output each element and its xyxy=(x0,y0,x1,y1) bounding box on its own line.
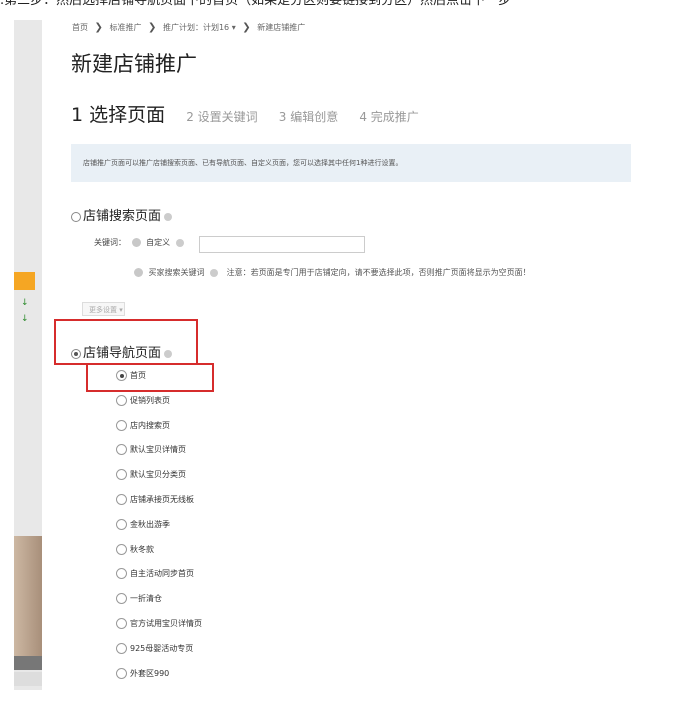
nav-item-label: 首页 xyxy=(130,371,146,380)
step-complete: 4 完成推广 xyxy=(359,110,419,124)
nav-item-clearance[interactable]: 一折清仓 xyxy=(116,592,202,617)
nav-item-default-category[interactable]: 默认宝贝分类页 xyxy=(116,468,202,493)
product-thumbnail-image xyxy=(14,536,42,656)
tutorial-caption: .第三步：然后选择店铺导航页面下的首页（如果是分区则要链接到分区）然后点击下一步 xyxy=(0,0,512,8)
help-icon[interactable] xyxy=(210,268,219,277)
store-search-page-option[interactable]: 店铺搜索页面 xyxy=(71,205,173,224)
nav-item-label: 自主活动同步首页 xyxy=(130,569,194,579)
nav-radio[interactable] xyxy=(116,568,127,580)
nav-radio[interactable] xyxy=(116,419,127,431)
left-orange-tab[interactable] xyxy=(14,272,35,290)
nav-radio[interactable] xyxy=(116,518,127,530)
nav-item-store-search[interactable]: 店内搜索页 xyxy=(116,419,202,444)
nav-item-label: 店铺承接页无线板 xyxy=(130,494,194,504)
nav-radio[interactable] xyxy=(116,444,127,456)
nav-item-homepage[interactable]: 首页 xyxy=(116,369,202,394)
step-set-keywords: 2 设置关键词 xyxy=(186,110,258,124)
nav-item-activity-sync[interactable]: 自主活动同步首页 xyxy=(116,567,202,592)
down-arrow-icon: ↓ xyxy=(21,298,29,308)
nav-item-default-detail[interactable]: 默认宝贝详情页 xyxy=(116,443,202,468)
help-icon[interactable] xyxy=(164,212,173,221)
nav-radio[interactable] xyxy=(116,543,127,555)
buyer-keyword-note: 注意：若页面是专门用于店铺定向，请不要选择此项，否则推广页面将显示为空页面！ xyxy=(226,268,531,277)
more-settings-button[interactable]: 更多设置 ▾ xyxy=(82,302,125,316)
info-notice: 店铺推广页面可以推广店铺搜索页面、已有导航页面、自定义页面，您可以选择其中任何1… xyxy=(71,144,631,182)
nav-item-maternal-event[interactable]: 925母婴活动专页 xyxy=(116,642,202,667)
nav-radio[interactable] xyxy=(116,493,127,505)
breadcrumb-home[interactable]: 首页 xyxy=(72,23,88,32)
breadcrumb-current: 新建店铺推广 xyxy=(257,23,306,32)
nav-item-label: 促销列表页 xyxy=(130,395,170,405)
store-nav-radio[interactable] xyxy=(71,348,81,359)
store-nav-page-option[interactable]: 店铺导航页面 xyxy=(71,342,173,361)
nav-item-autumn-winter[interactable]: 秋冬款 xyxy=(116,543,202,568)
store-nav-label: 店铺导航页面 xyxy=(83,346,162,361)
nav-item-mobile-landing[interactable]: 店铺承接页无线板 xyxy=(116,493,202,518)
breadcrumb-separator-icon: ❯ xyxy=(148,22,157,33)
nav-item-label: 外套区990 xyxy=(130,668,170,678)
main-panel: 首页 ❯ 标准推广 ❯ 推广计划：计划16 ▾ ❯ 新建店铺推广 新建店铺推广 … xyxy=(42,20,631,692)
step-indicator: 1 选择页面 2 设置关键词 3 编辑创意 4 完成推广 xyxy=(71,100,435,127)
buyer-keyword-label: 买家搜索关键词 xyxy=(148,268,205,277)
nav-item-autumn-travel[interactable]: 金秋出游季 xyxy=(116,518,202,543)
step-select-page: 1 选择页面 xyxy=(71,104,166,126)
nav-radio[interactable] xyxy=(116,593,127,605)
nav-item-label: 925母婴活动专页 xyxy=(130,643,194,653)
nav-item-label: 官方试用宝贝详情页 xyxy=(130,618,202,628)
nav-item-label: 秋冬款 xyxy=(130,544,154,554)
keyword-row: 关键词： 自定义 xyxy=(94,237,184,248)
store-search-radio[interactable] xyxy=(71,211,81,222)
thumbnail-footer xyxy=(14,672,42,686)
nav-radio[interactable] xyxy=(116,642,127,654)
thumbnail-caption-bar xyxy=(14,656,42,670)
down-arrow-icon: ↓ xyxy=(21,314,29,324)
buyer-keyword-radio[interactable] xyxy=(134,268,143,277)
breadcrumb-separator-icon: ❯ xyxy=(242,22,251,33)
nav-page-list: 首页 促销列表页 店内搜索页 默认宝贝详情页 默认宝贝分类页 店铺承接页无线板 … xyxy=(116,369,202,691)
nav-item-label: 金秋出游季 xyxy=(130,519,170,529)
nav-radio[interactable] xyxy=(116,394,127,406)
help-icon[interactable] xyxy=(164,349,173,358)
buyer-keyword-row: 买家搜索关键词 注意：若页面是专门用于店铺定向，请不要选择此项，否则推广页面将显… xyxy=(134,267,531,278)
custom-keyword-label: 自定义 xyxy=(146,238,171,247)
breadcrumb: 首页 ❯ 标准推广 ❯ 推广计划：计划16 ▾ ❯ 新建店铺推广 xyxy=(72,22,309,33)
nav-item-label: 一折清仓 xyxy=(130,594,162,604)
nav-radio[interactable] xyxy=(116,469,127,481)
nav-item-coat-zone[interactable]: 外套区990 xyxy=(116,667,202,692)
nav-item-promo-list[interactable]: 促销列表页 xyxy=(116,394,202,419)
nav-radio[interactable] xyxy=(116,617,127,629)
keyword-label: 关键词： xyxy=(94,238,126,247)
custom-keyword-input[interactable] xyxy=(199,236,365,253)
breadcrumb-plan-dropdown[interactable]: 推广计划：计划16 ▾ xyxy=(163,23,236,32)
nav-radio[interactable] xyxy=(116,370,127,381)
breadcrumb-separator-icon: ❯ xyxy=(94,22,103,33)
custom-keyword-radio[interactable] xyxy=(131,238,141,247)
step-edit-creative: 3 编辑创意 xyxy=(278,110,339,124)
help-icon[interactable] xyxy=(175,238,184,247)
nav-item-label: 默认宝贝详情页 xyxy=(130,445,186,455)
breadcrumb-standard-promo[interactable]: 标准推广 xyxy=(109,23,141,32)
store-search-label: 店铺搜索页面 xyxy=(83,209,162,224)
nav-item-trial-detail[interactable]: 官方试用宝贝详情页 xyxy=(116,617,202,642)
nav-item-label: 默认宝贝分类页 xyxy=(130,470,186,480)
nav-item-label: 店内搜索页 xyxy=(130,420,170,430)
page-title: 新建店铺推广 xyxy=(71,52,197,76)
nav-radio[interactable] xyxy=(116,667,127,679)
